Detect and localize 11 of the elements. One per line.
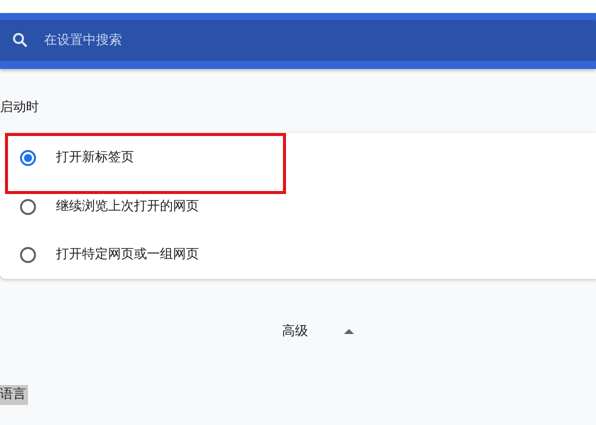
- search-field[interactable]: 在设置中搜索: [0, 20, 596, 61]
- radio-button[interactable]: [20, 150, 36, 166]
- radio-button[interactable]: [20, 199, 36, 215]
- advanced-toggle[interactable]: 高级: [278, 318, 358, 346]
- radio-button[interactable]: [20, 247, 36, 263]
- option-label: 打开特定网页或一组网页: [56, 246, 199, 264]
- option-label: 继续浏览上次打开的网页: [56, 198, 199, 216]
- search-icon: [12, 32, 28, 48]
- section-heading: 启动时: [0, 100, 39, 115]
- section-heading: 语言: [0, 385, 28, 404]
- option-label: 打开新标签页: [56, 149, 134, 168]
